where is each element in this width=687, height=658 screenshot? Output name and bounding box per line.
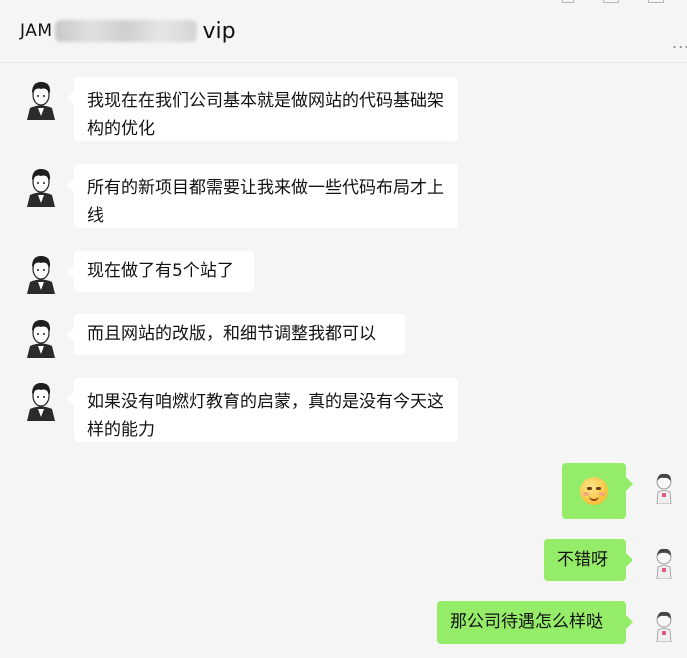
message-text: 现在做了有5个站了 [87, 261, 234, 281]
outgoing-message-bubble[interactable]: 那公司待遇怎么样哒 [437, 601, 633, 644]
incoming-message-bubble[interactable]: 而且网站的改版，和细节调整我都可以 [67, 314, 405, 355]
contact-avatar[interactable] [24, 78, 58, 120]
chat-title: JAM vip [20, 18, 236, 44]
contact-avatar[interactable] [24, 379, 58, 421]
contact-avatar-icon [27, 256, 55, 294]
chat-title-prefix: JAM [20, 21, 53, 41]
incoming-message-bubble[interactable]: 所有的新项目都需要让我来做一些代码布局才上线 [67, 164, 458, 228]
contact-avatar[interactable] [24, 252, 58, 294]
window-control-minimize[interactable] [603, 0, 619, 3]
contact-avatar-icon [27, 82, 55, 120]
user-avatar[interactable] [647, 608, 681, 648]
user-avatar-icon [656, 548, 672, 579]
more-options-icon[interactable]: ... [672, 33, 687, 52]
contact-avatar-icon [27, 320, 55, 358]
incoming-message-bubble[interactable]: 现在做了有5个站了 [67, 251, 254, 292]
window-control-maximize[interactable] [648, 0, 664, 3]
shy-smile-emoji-icon [580, 477, 608, 505]
contact-avatar[interactable] [24, 165, 58, 207]
message-text: 所有的新项目都需要让我来做一些代码布局才上线 [87, 178, 444, 226]
contact-avatar[interactable] [24, 316, 58, 358]
chat-title-suffix: vip [202, 18, 236, 44]
user-avatar-icon [656, 611, 672, 642]
message-text: 如果没有咱燃灯教育的启蒙，真的是没有今天这样的能力 [87, 392, 444, 440]
message-text: 我现在在我们公司基本就是做网站的代码基础架构的优化 [87, 91, 444, 139]
contact-avatar-icon [27, 169, 55, 207]
outgoing-message-bubble[interactable] [562, 463, 633, 519]
incoming-message-bubble[interactable]: 如果没有咱燃灯教育的启蒙，真的是没有今天这样的能力 [67, 378, 458, 442]
contact-avatar-icon [27, 383, 55, 421]
message-text: 不错呀 [557, 550, 608, 570]
message-text: 那公司待遇怎么样哒 [450, 612, 603, 632]
chat-title-redacted [54, 20, 197, 42]
chat-header: JAM vip ... [0, 0, 687, 63]
window-control-pin[interactable] [562, 0, 574, 3]
user-avatar[interactable] [647, 545, 681, 585]
user-avatar[interactable] [647, 470, 681, 510]
user-avatar-icon [656, 473, 672, 504]
outgoing-message-bubble[interactable]: 不错呀 [544, 539, 633, 581]
incoming-message-bubble[interactable]: 我现在在我们公司基本就是做网站的代码基础架构的优化 [67, 77, 458, 141]
message-text: 而且网站的改版，和细节调整我都可以 [87, 324, 376, 344]
